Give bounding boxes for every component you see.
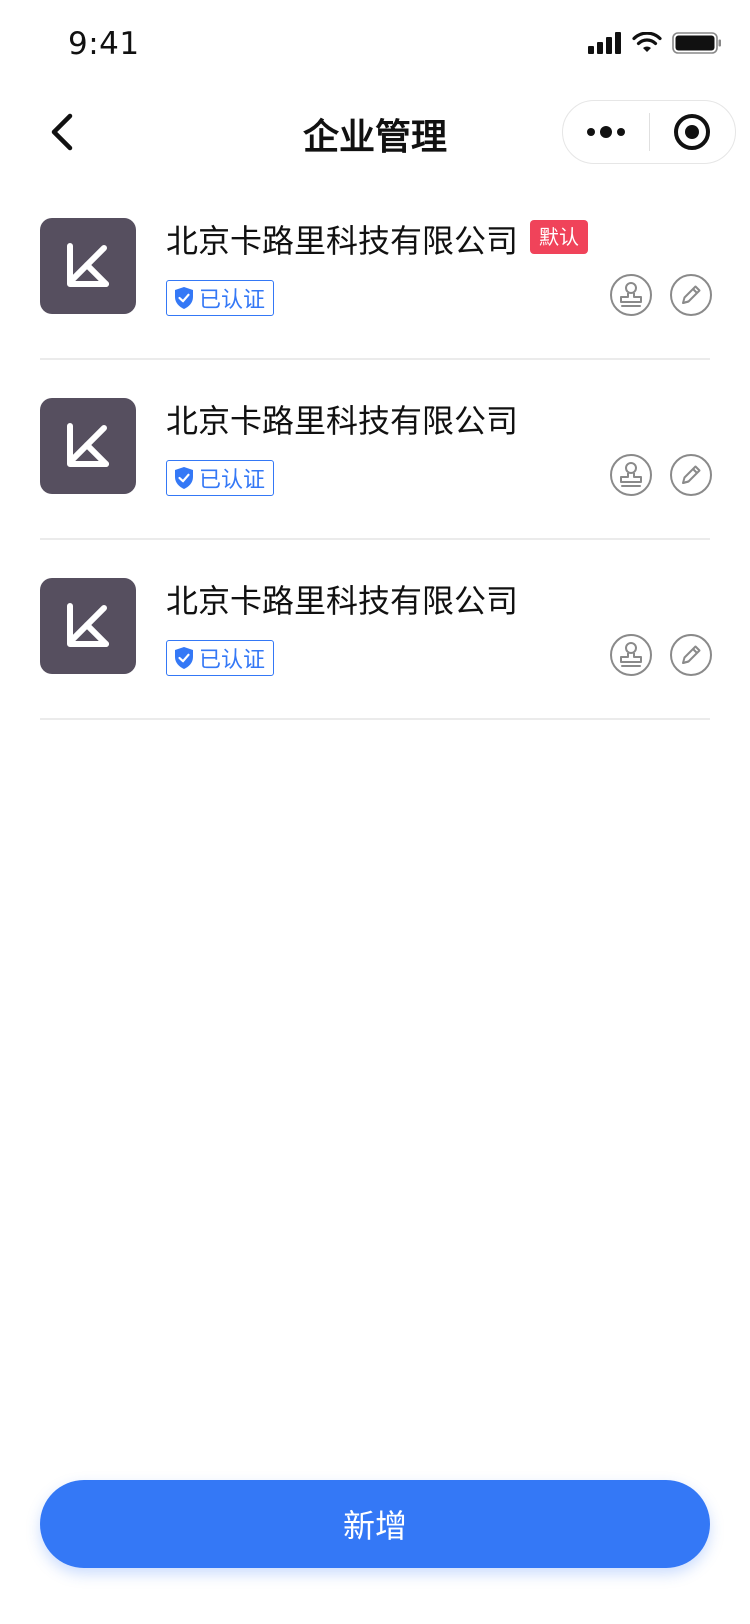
add-company-button[interactable]: 新增 — [40, 1480, 710, 1568]
edit-button[interactable] — [670, 634, 712, 676]
default-tag: 默认 — [530, 220, 588, 254]
company-logo — [40, 578, 136, 674]
verified-label: 已认证 — [199, 648, 266, 673]
shield-check-icon — [175, 287, 193, 309]
edit-button[interactable] — [670, 274, 712, 316]
more-button[interactable] — [563, 100, 649, 164]
k-logo-icon — [67, 603, 109, 647]
company-name: 北京卡路里科技有限公司 — [166, 582, 519, 620]
verified-label: 已认证 — [199, 468, 266, 493]
stamp-icon — [620, 642, 642, 667]
company-item[interactable]: 北京卡路里科技有限公司 已认证 — [40, 360, 712, 540]
battery-icon — [672, 32, 721, 54]
status-icons — [588, 32, 722, 54]
verified-badge: 已认证 — [166, 460, 275, 496]
more-dots-icon — [587, 126, 625, 138]
wifi-icon — [632, 32, 662, 52]
navigation-bar: 企业管理 — [0, 88, 750, 176]
stamp-icon — [620, 462, 642, 487]
pencil-icon — [682, 285, 701, 304]
seal-button[interactable] — [610, 454, 652, 496]
k-logo-icon — [67, 243, 109, 287]
verified-label: 已认证 — [199, 288, 266, 313]
seal-button[interactable] — [610, 634, 652, 676]
k-logo-icon — [67, 423, 109, 467]
status-time: 9:41 — [68, 26, 140, 62]
company-logo — [40, 398, 136, 494]
company-logo — [40, 218, 136, 314]
company-list: 北京卡路里科技有限公司 默认 已认证 北京卡路里科技有限公司 已认证 北京卡路里… — [40, 180, 712, 720]
verified-badge: 已认证 — [166, 640, 275, 676]
company-name: 北京卡路里科技有限公司 — [166, 402, 519, 440]
pencil-icon — [682, 645, 701, 664]
stamp-icon — [620, 282, 642, 307]
signal-icon — [588, 32, 621, 54]
company-item[interactable]: 北京卡路里科技有限公司 默认 已认证 — [40, 180, 712, 360]
pencil-icon — [682, 465, 701, 484]
enterprise-management-page: 9:41 企业管理 北京卡路里科技有限公司 默认 已认证 北京卡路里科技有限公司… — [0, 0, 750, 1624]
shield-check-icon — [175, 467, 193, 489]
mini-program-capsule — [562, 100, 736, 164]
verified-badge: 已认证 — [166, 280, 275, 316]
target-circle-icon — [674, 114, 711, 150]
edit-button[interactable] — [670, 454, 712, 496]
status-bar: 9:41 — [0, 0, 750, 88]
company-name: 北京卡路里科技有限公司 — [166, 222, 519, 260]
close-button[interactable] — [650, 100, 735, 164]
shield-check-icon — [175, 647, 193, 669]
company-item[interactable]: 北京卡路里科技有限公司 已认证 — [40, 540, 712, 720]
seal-button[interactable] — [610, 274, 652, 316]
